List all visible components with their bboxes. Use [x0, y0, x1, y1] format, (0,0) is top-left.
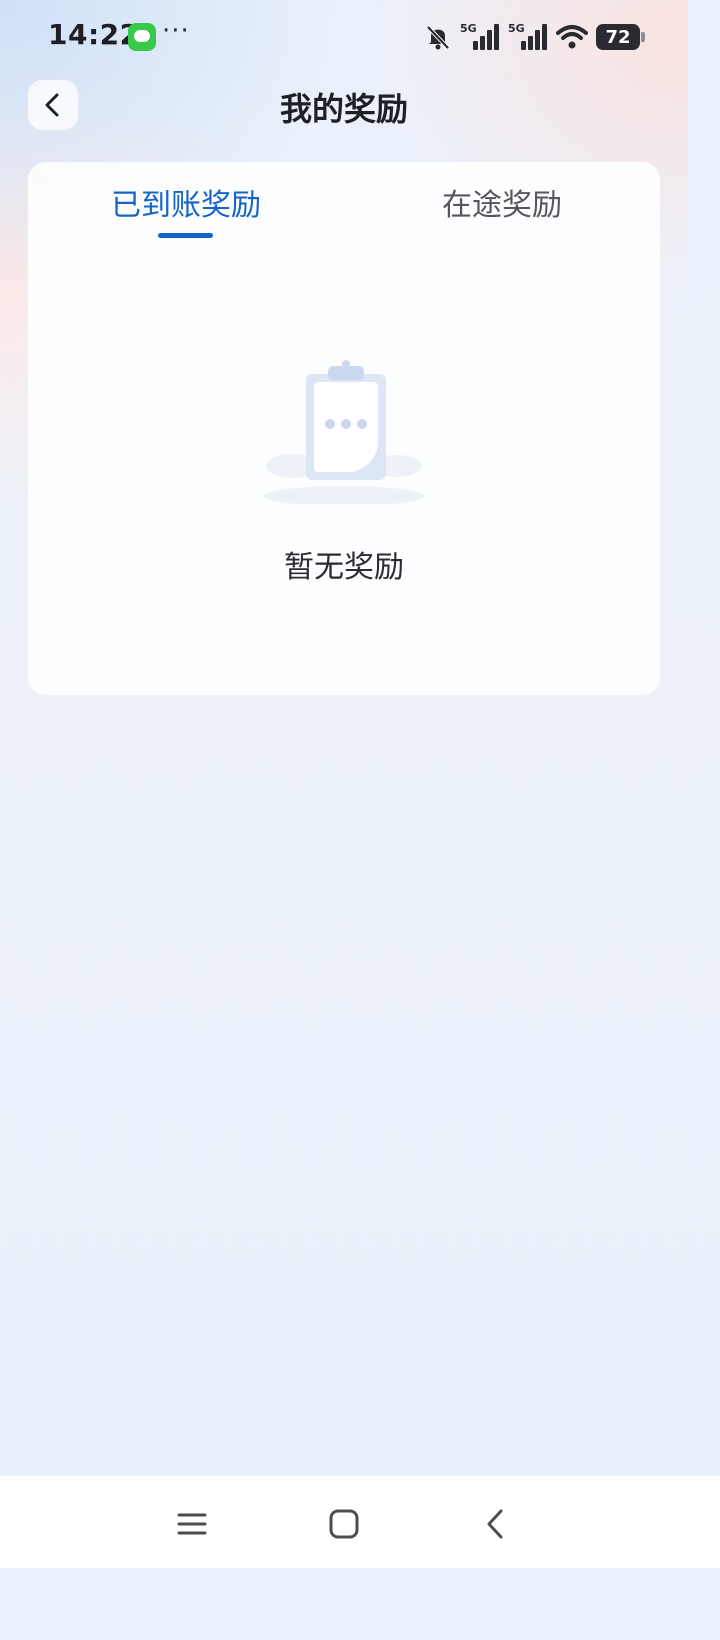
page-title: 我的奖励 [279, 90, 408, 128]
svg-text:5G: 5G [508, 22, 525, 35]
menu-icon [177, 1513, 207, 1535]
bell-off-icon [426, 25, 450, 50]
tab-in-transit-rewards[interactable]: 在途奖励 [344, 184, 660, 244]
nav-back-button[interactable] [476, 1504, 516, 1544]
rewards-card: 已到账奖励 在途奖励 暂无奖励 [28, 162, 660, 695]
active-tab-indicator [158, 233, 213, 238]
status-bar: 14:22 ··· 5G 5G 72 [0, 0, 688, 76]
status-icons: 5G 5G 72 [424, 20, 645, 54]
back-icon [487, 1509, 503, 1539]
empty-state-text: 暂无奖励 [284, 550, 404, 585]
system-nav-bar [0, 1478, 688, 1568]
wifi-icon [556, 25, 588, 49]
svg-text:5G: 5G [460, 22, 477, 35]
signal-5g-icon: 5G [460, 22, 499, 50]
more-notifications-icon: ··· [162, 16, 190, 46]
clipboard-icon [264, 360, 424, 504]
battery-indicator: 72 [596, 24, 645, 50]
message-app-icon [128, 23, 156, 51]
status-time: 14:22 [48, 18, 140, 51]
signal-5g-icon-2: 5G [508, 22, 547, 50]
nav-home-button[interactable] [324, 1504, 364, 1544]
home-icon [329, 1509, 359, 1539]
nav-menu-button[interactable] [172, 1504, 212, 1544]
